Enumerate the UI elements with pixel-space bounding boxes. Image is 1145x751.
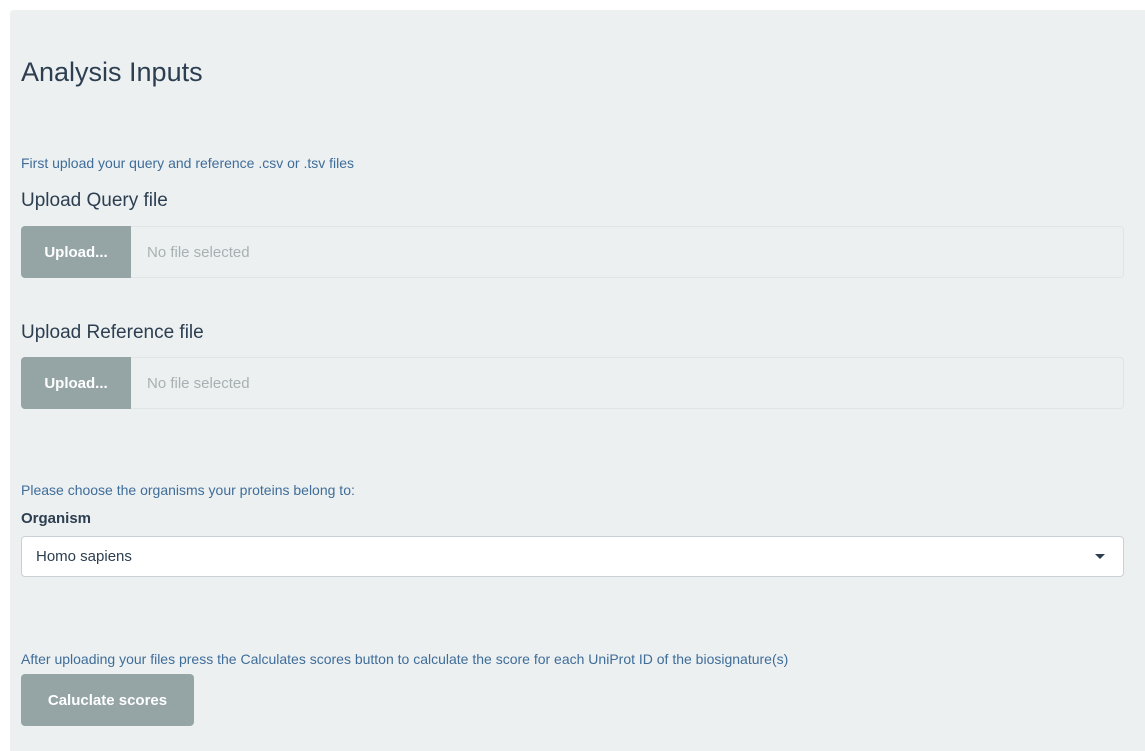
query-file-input[interactable]: Upload... No file selected [21, 226, 1124, 278]
query-upload-button[interactable]: Upload... [21, 226, 131, 278]
query-file-label: Upload Query file [21, 190, 168, 211]
organism-help-text: Please choose the organisms your protein… [21, 482, 355, 498]
reference-upload-button[interactable]: Upload... [21, 357, 131, 409]
upload-help-text: First upload your query and reference .c… [21, 155, 355, 171]
calculate-help-text: After uploading your files press the Cal… [21, 651, 789, 667]
reference-file-input[interactable]: Upload... No file selected [21, 357, 1124, 409]
calculate-scores-button[interactable]: Caluclate scores [21, 674, 194, 726]
reference-file-status[interactable]: No file selected [131, 357, 1124, 409]
organism-selected-value: Homo sapiens [36, 548, 132, 565]
chevron-down-icon [1095, 554, 1105, 559]
organism-label: Organism [21, 510, 92, 527]
query-file-status[interactable]: No file selected [131, 226, 1124, 278]
reference-file-label: Upload Reference file [21, 322, 204, 343]
organism-select[interactable]: Homo sapiens [21, 536, 1124, 577]
page-title: Analysis Inputs [21, 57, 203, 87]
